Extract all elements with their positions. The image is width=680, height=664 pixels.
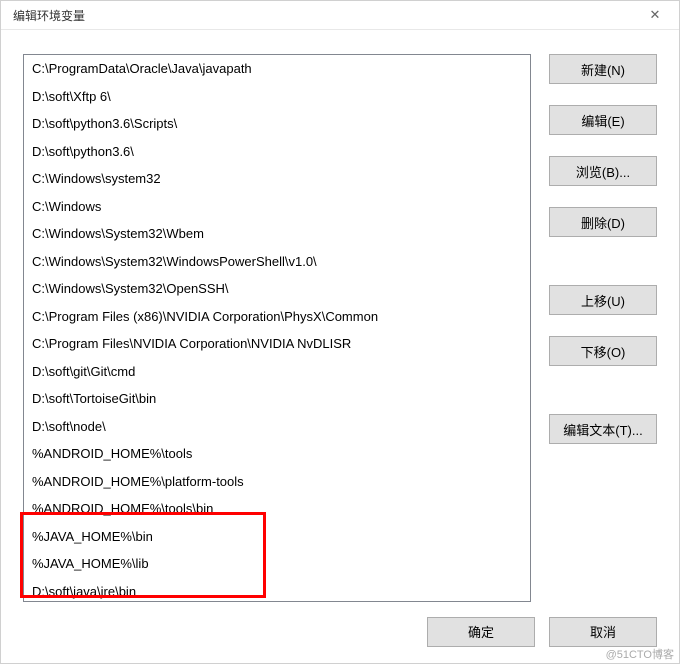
list-item[interactable]: %JAVA_HOME%\bin [24,523,530,551]
list-item[interactable]: D:\soft\node\ [24,413,530,441]
list-item[interactable]: C:\Windows\System32\Wbem [24,220,530,248]
list-item[interactable]: D:\soft\java\jre\bin [24,578,530,603]
list-item[interactable]: %ANDROID_HOME%\tools [24,440,530,468]
list-item[interactable]: C:\Windows [24,193,530,221]
path-listbox[interactable]: C:\ProgramData\Oracle\Java\javapath D:\s… [23,54,531,602]
content-area: C:\ProgramData\Oracle\Java\javapath D:\s… [1,30,679,614]
list-item[interactable]: D:\soft\TortoiseGit\bin [24,385,530,413]
button-column: 新建(N) 编辑(E) 浏览(B)... 删除(D) 上移(U) 下移(O) 编… [549,54,657,602]
dialog-window: 编辑环境变量 ✕ C:\ProgramData\Oracle\Java\java… [0,0,680,664]
list-item[interactable]: %JAVA_HOME%\lib [24,550,530,578]
edit-button[interactable]: 编辑(E) [549,105,657,135]
list-item[interactable]: D:\soft\Xftp 6\ [24,83,530,111]
delete-button[interactable]: 删除(D) [549,207,657,237]
list-item[interactable]: D:\soft\python3.6\ [24,138,530,166]
dialog-footer: 确定 取消 [1,614,679,663]
edit-text-button[interactable]: 编辑文本(T)... [549,414,657,444]
list-item[interactable]: %ANDROID_HOME%\tools\bin [24,495,530,523]
list-item[interactable]: D:\soft\python3.6\Scripts\ [24,110,530,138]
list-item[interactable]: C:\ProgramData\Oracle\Java\javapath [24,55,530,83]
list-item[interactable]: C:\Windows\System32\OpenSSH\ [24,275,530,303]
cancel-button[interactable]: 取消 [549,617,657,647]
browse-button[interactable]: 浏览(B)... [549,156,657,186]
watermark: @51CTO博客 [606,646,674,662]
dialog-title: 编辑环境变量 [13,7,85,24]
close-icon: ✕ [650,7,661,23]
list-container: C:\ProgramData\Oracle\Java\javapath D:\s… [23,54,531,602]
close-button[interactable]: ✕ [641,1,669,29]
list-item[interactable]: C:\Windows\system32 [24,165,530,193]
move-down-button[interactable]: 下移(O) [549,336,657,366]
new-button[interactable]: 新建(N) [549,54,657,84]
move-up-button[interactable]: 上移(U) [549,285,657,315]
list-item[interactable]: %ANDROID_HOME%\platform-tools [24,468,530,496]
list-item[interactable]: C:\Program Files\NVIDIA Corporation\NVID… [24,330,530,358]
list-item[interactable]: D:\soft\git\Git\cmd [24,358,530,386]
ok-button[interactable]: 确定 [427,617,535,647]
titlebar: 编辑环境变量 ✕ [1,1,679,30]
list-item[interactable]: C:\Program Files (x86)\NVIDIA Corporatio… [24,303,530,331]
list-item[interactable]: C:\Windows\System32\WindowsPowerShell\v1… [24,248,530,276]
